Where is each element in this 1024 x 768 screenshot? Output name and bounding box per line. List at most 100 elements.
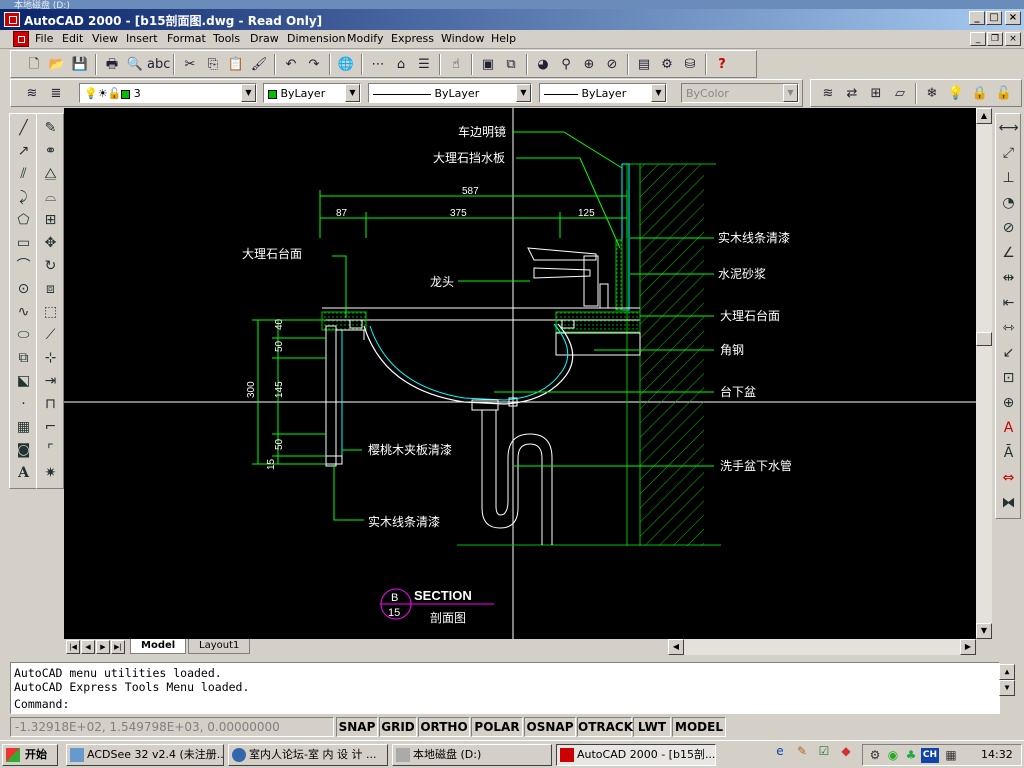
clock[interactable]: 14:32 (981, 748, 1013, 761)
pan-realtime-icon[interactable]: ☝ (445, 54, 467, 75)
zoom-window-icon[interactable]: ⊕ (578, 54, 600, 75)
copy-icon[interactable]: ⎘ (202, 54, 224, 75)
aerial-view-icon[interactable]: ▣ (477, 54, 499, 75)
display-order-icon[interactable]: ☰ (413, 54, 435, 75)
baseline-dimension-icon[interactable]: ⇤ (996, 292, 1021, 314)
ime-icon[interactable]: ▦ (943, 748, 959, 763)
lineweight-combo[interactable]: ByLayer ▼ (539, 83, 667, 103)
ucs-icon[interactable]: ⌂ (390, 54, 412, 75)
layer-lock-icon[interactable]: 🔒 (969, 83, 991, 104)
tracking-icon[interactable]: ⋯ (367, 54, 389, 75)
lengthen-icon[interactable]: ⟋ (38, 324, 63, 346)
circle-icon[interactable]: ⊙ (11, 278, 36, 300)
print-preview-icon[interactable]: 🔍 (124, 54, 146, 75)
zoom-previous-icon[interactable]: ⊘ (601, 54, 623, 75)
ortho-toggle[interactable]: ORTHO (418, 717, 470, 737)
menu-insert[interactable]: Insert (126, 32, 158, 45)
construction-line-icon[interactable]: ↗ (11, 140, 36, 162)
document-icon[interactable] (13, 31, 29, 47)
menu-window[interactable]: Window (441, 32, 484, 45)
scroll-thumb[interactable] (976, 332, 992, 346)
tab-first-button[interactable]: |◀ (66, 640, 80, 654)
match-properties-icon[interactable]: 🖌 (248, 54, 270, 75)
undo-icon[interactable]: ↶ (280, 54, 302, 75)
polyline-icon[interactable]: ⤸ (11, 186, 36, 208)
dimension-text-edit-icon[interactable]: Ā (996, 442, 1021, 464)
tab-layout1[interactable]: Layout1 (188, 639, 251, 654)
layer-off-icon[interactable]: ▱ (889, 83, 911, 104)
quicklaunch-icon-2[interactable]: ✎ (794, 744, 810, 759)
command-prompt[interactable]: Command: (14, 697, 69, 711)
menu-draw[interactable]: Draw (250, 32, 279, 45)
properties-icon[interactable]: ▤ (633, 54, 655, 75)
chamfer-icon[interactable]: ⌐ (38, 416, 63, 438)
network-icon[interactable]: ◉ (885, 748, 901, 763)
copy-object-icon[interactable]: ⚭ (38, 140, 63, 162)
region-icon[interactable]: ◙ (11, 439, 36, 461)
quicklaunch-icon-3[interactable]: ☑ (816, 744, 832, 759)
save-icon[interactable]: 💾 (69, 54, 91, 75)
layer-on-icon[interactable]: 💡 (945, 83, 967, 104)
coordinate-display[interactable]: -1.32918E+02, 1.549798E+03, 0.00000000 (10, 717, 334, 737)
print-icon[interactable]: 🖶 (101, 54, 123, 75)
color-dropdown-arrow[interactable]: ▼ (345, 84, 360, 102)
help-icon[interactable]: ? (711, 54, 733, 75)
scroll-left-button[interactable]: ◀ (668, 639, 684, 655)
mirror-icon[interactable]: ⧋ (38, 163, 63, 185)
tray-app-icon[interactable]: ♣ (903, 748, 919, 763)
move-icon[interactable]: ✥ (38, 232, 63, 254)
angular-dimension-icon[interactable]: ∠ (996, 242, 1021, 264)
ie-quicklaunch-icon[interactable]: e (772, 744, 788, 759)
erase-icon[interactable]: ✎ (38, 117, 63, 139)
make-layer-current-icon[interactable]: ≣ (45, 83, 67, 104)
minimize-button[interactable]: _ (969, 11, 985, 25)
menu-express[interactable]: Express (391, 32, 434, 45)
autocad-app-icon[interactable] (4, 12, 20, 27)
multiline-text-icon[interactable]: A (11, 462, 36, 484)
center-mark-icon[interactable]: ⊕ (996, 392, 1021, 414)
polygon-icon[interactable]: ⬠ (11, 209, 36, 231)
explode-icon[interactable]: ✷ (38, 462, 63, 484)
doc-minimize-button[interactable]: _ (970, 32, 986, 46)
spelling-icon[interactable]: abc (147, 54, 170, 75)
array-icon[interactable]: ⊞ (38, 209, 63, 231)
cmd-scroll-down[interactable]: ▼ (999, 680, 1015, 696)
dimension-update-icon[interactable]: ⇔ (996, 467, 1021, 489)
polar-toggle[interactable]: POLAR (471, 717, 523, 737)
quicklaunch-icon-4[interactable]: ◆ (838, 744, 854, 759)
aligned-dimension-icon[interactable]: ⤢ (996, 142, 1021, 164)
tab-last-button[interactable]: ▶| (111, 640, 125, 654)
layers-icon[interactable]: ≋ (21, 83, 43, 104)
taskbar-acdsee[interactable]: ACDSee 32 v2.4 (未注册... (66, 744, 224, 766)
dimension-style-icon[interactable]: ⧓ (996, 492, 1021, 514)
hyperlink-icon[interactable]: 🌐 (335, 54, 357, 75)
lwt-toggle[interactable]: LWT (633, 717, 671, 737)
linear-dimension-icon[interactable]: ⟷ (996, 117, 1021, 139)
cmd-scroll-up[interactable]: ▲ (999, 664, 1015, 680)
layer-freeze-icon[interactable]: ❄ (921, 83, 943, 104)
color-combo[interactable]: ByLayer ▼ (263, 83, 361, 103)
menu-edit[interactable]: Edit (62, 32, 83, 45)
line-icon[interactable]: ╱ (11, 117, 36, 139)
layer-combo[interactable]: 💡☀🔓 3 ▼ (79, 83, 257, 103)
offset-icon[interactable]: ⌓ (38, 186, 63, 208)
spline-icon[interactable]: ∿ (11, 301, 36, 323)
snap-toggle[interactable]: SNAP (336, 717, 378, 737)
fillet-icon[interactable]: ⌜ (38, 439, 63, 461)
layer-isolate-icon[interactable]: ⊞ (865, 83, 887, 104)
linetype-combo[interactable]: ByLayer ▼ (368, 83, 532, 103)
named-views-icon[interactable]: ⧉ (500, 54, 522, 75)
extend-icon[interactable]: ⇥ (38, 370, 63, 392)
diameter-dimension-icon[interactable]: ⊘ (996, 217, 1021, 239)
model-toggle[interactable]: MODEL (672, 717, 726, 737)
trim-icon[interactable]: ⊹ (38, 347, 63, 369)
insert-block-icon[interactable]: ⧉ (11, 347, 36, 369)
tab-next-button[interactable]: ▶ (96, 640, 110, 654)
menu-file[interactable]: File (35, 32, 53, 45)
menu-view[interactable]: View (92, 32, 118, 45)
dimension-edit-icon[interactable]: A (996, 417, 1021, 439)
horizontal-scrollbar[interactable]: ◀ ▶ (668, 639, 976, 655)
rectangle-icon[interactable]: ▭ (11, 232, 36, 254)
zoom-realtime-icon[interactable]: ⚲ (555, 54, 577, 75)
command-window[interactable]: AutoCAD menu utilities loaded. AutoCAD E… (10, 662, 1015, 714)
